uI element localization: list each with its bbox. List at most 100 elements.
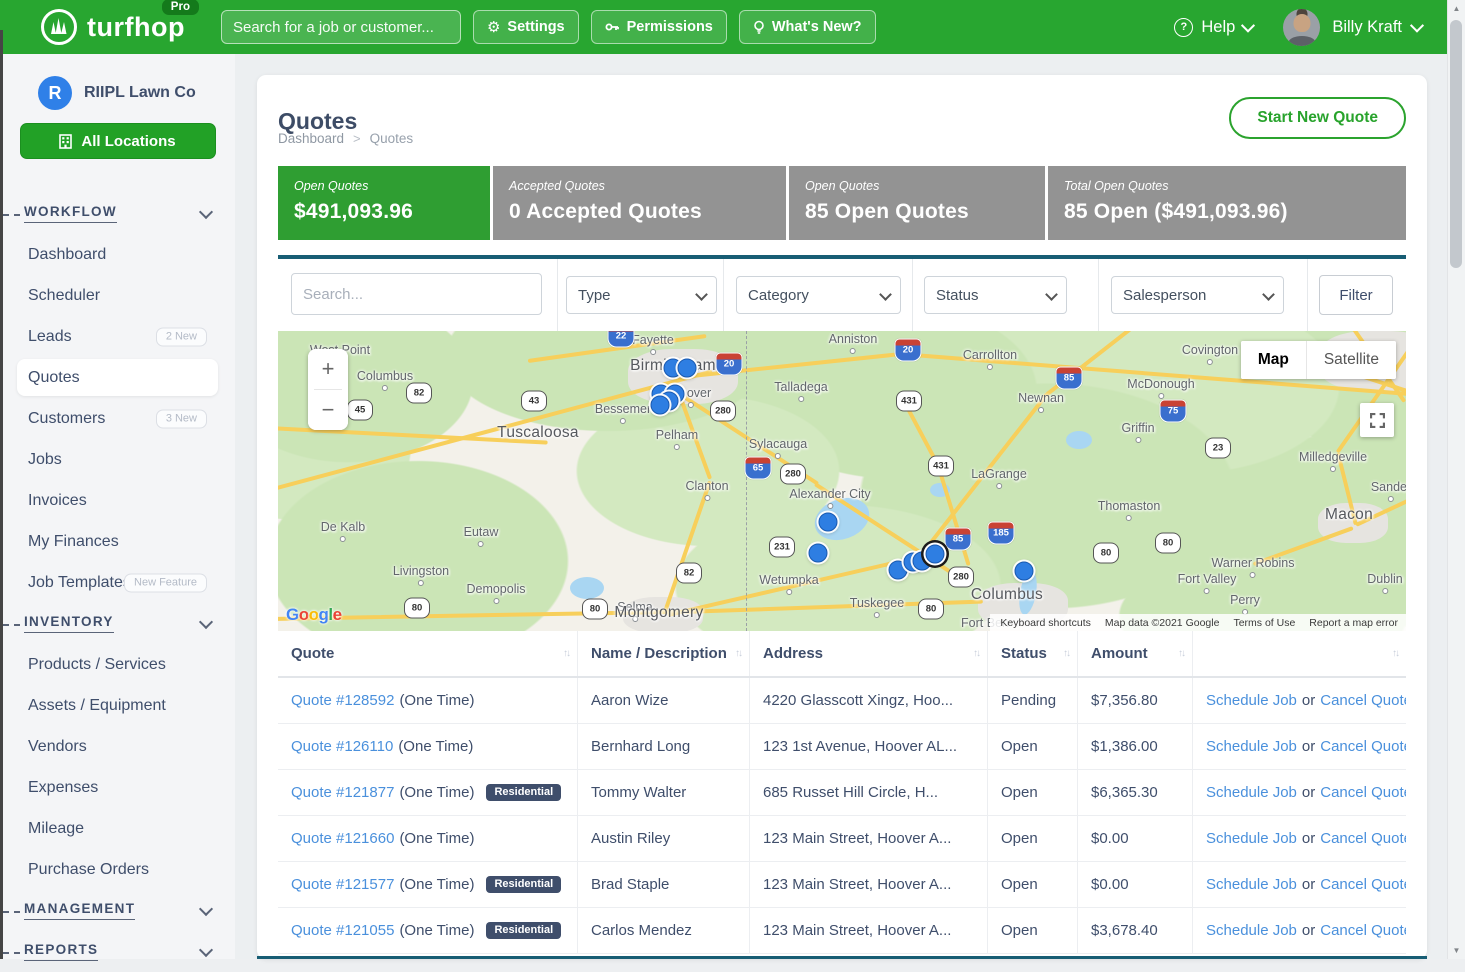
schedule-job-link[interactable]: Schedule Job [1206, 784, 1297, 801]
quotes-search-input[interactable] [291, 273, 542, 315]
company-switcher[interactable]: R RIIPL Lawn Co [38, 76, 235, 110]
section-management[interactable]: MANAGEMENT [0, 890, 235, 931]
sidebar-item-expenses[interactable]: Expenses [0, 767, 235, 808]
sidebar-item-customers[interactable]: Customers 3 New [0, 398, 235, 439]
quote-link[interactable]: Quote #126110 [291, 738, 393, 755]
schedule-job-link[interactable]: Schedule Job [1206, 692, 1297, 709]
column-header-address: Address↑↓ [750, 631, 988, 676]
cancel-quote-link[interactable]: Cancel Quote [1320, 922, 1406, 939]
fullscreen-button[interactable] [1360, 403, 1394, 437]
satellite-view-button[interactable]: Satellite [1307, 341, 1396, 379]
sort-icon[interactable]: ↑↓ [735, 648, 741, 659]
scrollbar-thumb[interactable] [1450, 20, 1462, 268]
cancel-quote-link[interactable]: Cancel Quote [1320, 876, 1406, 893]
actions-cell: Schedule JoborCancel Quote [1193, 770, 1406, 815]
sidebar-item-vendors[interactable]: Vendors [0, 726, 235, 767]
quote-link[interactable]: Quote #121877 [291, 784, 394, 801]
map-marker[interactable] [819, 513, 838, 532]
amount-value: $6,365.30 [1091, 784, 1158, 801]
quotes-map[interactable]: FayetteWest PointColumbusTuscaloosaBirmi… [278, 331, 1406, 631]
user-name: Billy Kraft [1332, 18, 1402, 37]
interstate-shield-icon: 185 [988, 522, 1015, 545]
zoom-in-button[interactable]: + [308, 349, 348, 389]
quote-link[interactable]: Quote #121660 [291, 830, 394, 847]
zoom-out-button[interactable]: − [308, 390, 348, 430]
address-cell: 4220 Glasscott Xingz, Hoo... [750, 678, 988, 723]
map-marker[interactable] [809, 544, 828, 563]
map-city-label: LaGrange [971, 467, 1027, 481]
permissions-button[interactable]: Permissions [591, 10, 727, 44]
scroll-up-arrow[interactable]: ▲ [1448, 4, 1465, 13]
section-inventory[interactable]: INVENTORY [0, 603, 235, 644]
all-locations-button[interactable]: All Locations [20, 123, 216, 159]
sidebar-item-scheduler[interactable]: Scheduler [0, 275, 235, 316]
filter-divider [1098, 259, 1099, 331]
section-workflow[interactable]: WORKFLOW [0, 193, 235, 234]
sidebar-item-dashboard[interactable]: Dashboard [0, 234, 235, 275]
quote-link[interactable]: Quote #121577 [291, 876, 394, 893]
map-marker[interactable] [1015, 562, 1034, 581]
brand-logo[interactable]: turfhop Pro [40, 8, 185, 46]
sidebar-item-assets-equipment[interactable]: Assets / Equipment [0, 685, 235, 726]
type-filter-wrap: Type [566, 276, 717, 314]
quote-cell: Quote #121877(One Time)Residential [278, 770, 578, 815]
sidebar-item-label: Quotes [28, 369, 80, 386]
cancel-quote-link[interactable]: Cancel Quote [1320, 784, 1406, 801]
sort-icon[interactable]: ↑↓ [1392, 648, 1398, 659]
report-map-error-link[interactable]: Report a map error [1309, 617, 1398, 629]
sidebar-item-my-finances[interactable]: My Finances [0, 521, 235, 562]
sort-icon[interactable]: ↑↓ [1063, 648, 1069, 659]
schedule-job-link[interactable]: Schedule Job [1206, 738, 1297, 755]
schedule-job-link[interactable]: Schedule Job [1206, 876, 1297, 893]
sidebar-item-mileage[interactable]: Mileage [0, 808, 235, 849]
column-label: Name / Description [591, 645, 727, 662]
quotes-table: Quote↑↓ Name / Description↑↓ Address↑↓ S… [278, 631, 1406, 954]
sort-icon[interactable]: ↑↓ [1178, 648, 1184, 659]
status-filter-select[interactable]: Status [924, 276, 1067, 314]
filter-button[interactable]: Filter [1319, 275, 1393, 315]
type-filter-select[interactable]: Type [566, 276, 717, 314]
map-city-label: Dublin [1367, 572, 1402, 586]
us-route-shield-icon: 82 [406, 383, 432, 404]
map-marker[interactable] [926, 545, 945, 564]
quote-link[interactable]: Quote #128592 [291, 692, 394, 709]
global-search-input[interactable] [221, 10, 461, 44]
sidebar-item-products-services[interactable]: Products / Services [0, 644, 235, 685]
map-marker[interactable] [651, 396, 670, 415]
schedule-job-link[interactable]: Schedule Job [1206, 830, 1297, 847]
keyboard-shortcuts-link[interactable]: Keyboard shortcuts [1000, 617, 1090, 629]
terms-of-use-link[interactable]: Terms of Use [1233, 617, 1295, 629]
sidebar-item-jobs[interactable]: Jobs [0, 439, 235, 480]
sidebar-item-job-templates[interactable]: Job Templates New Feature [0, 562, 235, 603]
help-menu[interactable]: ? Help [1174, 18, 1253, 37]
sidebar-item-leads[interactable]: Leads 2 New [0, 316, 235, 357]
quote-link[interactable]: Quote #121055 [291, 922, 394, 939]
breadcrumb-dashboard[interactable]: Dashboard [278, 131, 344, 146]
scroll-down-arrow[interactable]: ▼ [1448, 946, 1465, 955]
settings-button[interactable]: ⚙ Settings [473, 10, 579, 44]
map-view-button[interactable]: Map [1241, 341, 1306, 379]
schedule-job-link[interactable]: Schedule Job [1206, 922, 1297, 939]
new-count-badge: 3 New [156, 409, 207, 428]
whats-new-button[interactable]: What's New? [739, 10, 876, 44]
sidebar-item-purchase-orders[interactable]: Purchase Orders [0, 849, 235, 890]
user-menu[interactable]: Billy Kraft [1332, 18, 1422, 37]
amount-cell: $0.00 [1078, 862, 1193, 907]
map-marker[interactable] [678, 359, 697, 378]
map-city-label: Macon [1325, 506, 1373, 524]
section-reports[interactable]: REPORTS [0, 931, 235, 972]
salesperson-filter-select[interactable]: Salesperson [1111, 276, 1284, 314]
tree-dash [3, 624, 20, 626]
cancel-quote-link[interactable]: Cancel Quote [1320, 738, 1406, 755]
sort-icon[interactable]: ↑↓ [563, 648, 569, 659]
page-scrollbar[interactable]: ▲ ▼ [1447, 0, 1465, 959]
start-new-quote-button[interactable]: Start New Quote [1229, 97, 1406, 139]
category-filter-select[interactable]: Category [736, 276, 901, 314]
sidebar-item-invoices[interactable]: Invoices [0, 480, 235, 521]
sort-icon[interactable]: ↑↓ [973, 648, 979, 659]
user-avatar[interactable] [1283, 9, 1320, 46]
cancel-quote-link[interactable]: Cancel Quote [1320, 692, 1406, 709]
map-city-label: Montgomery [614, 604, 703, 622]
cancel-quote-link[interactable]: Cancel Quote [1320, 830, 1406, 847]
sidebar-item-quotes[interactable]: Quotes [17, 359, 218, 396]
